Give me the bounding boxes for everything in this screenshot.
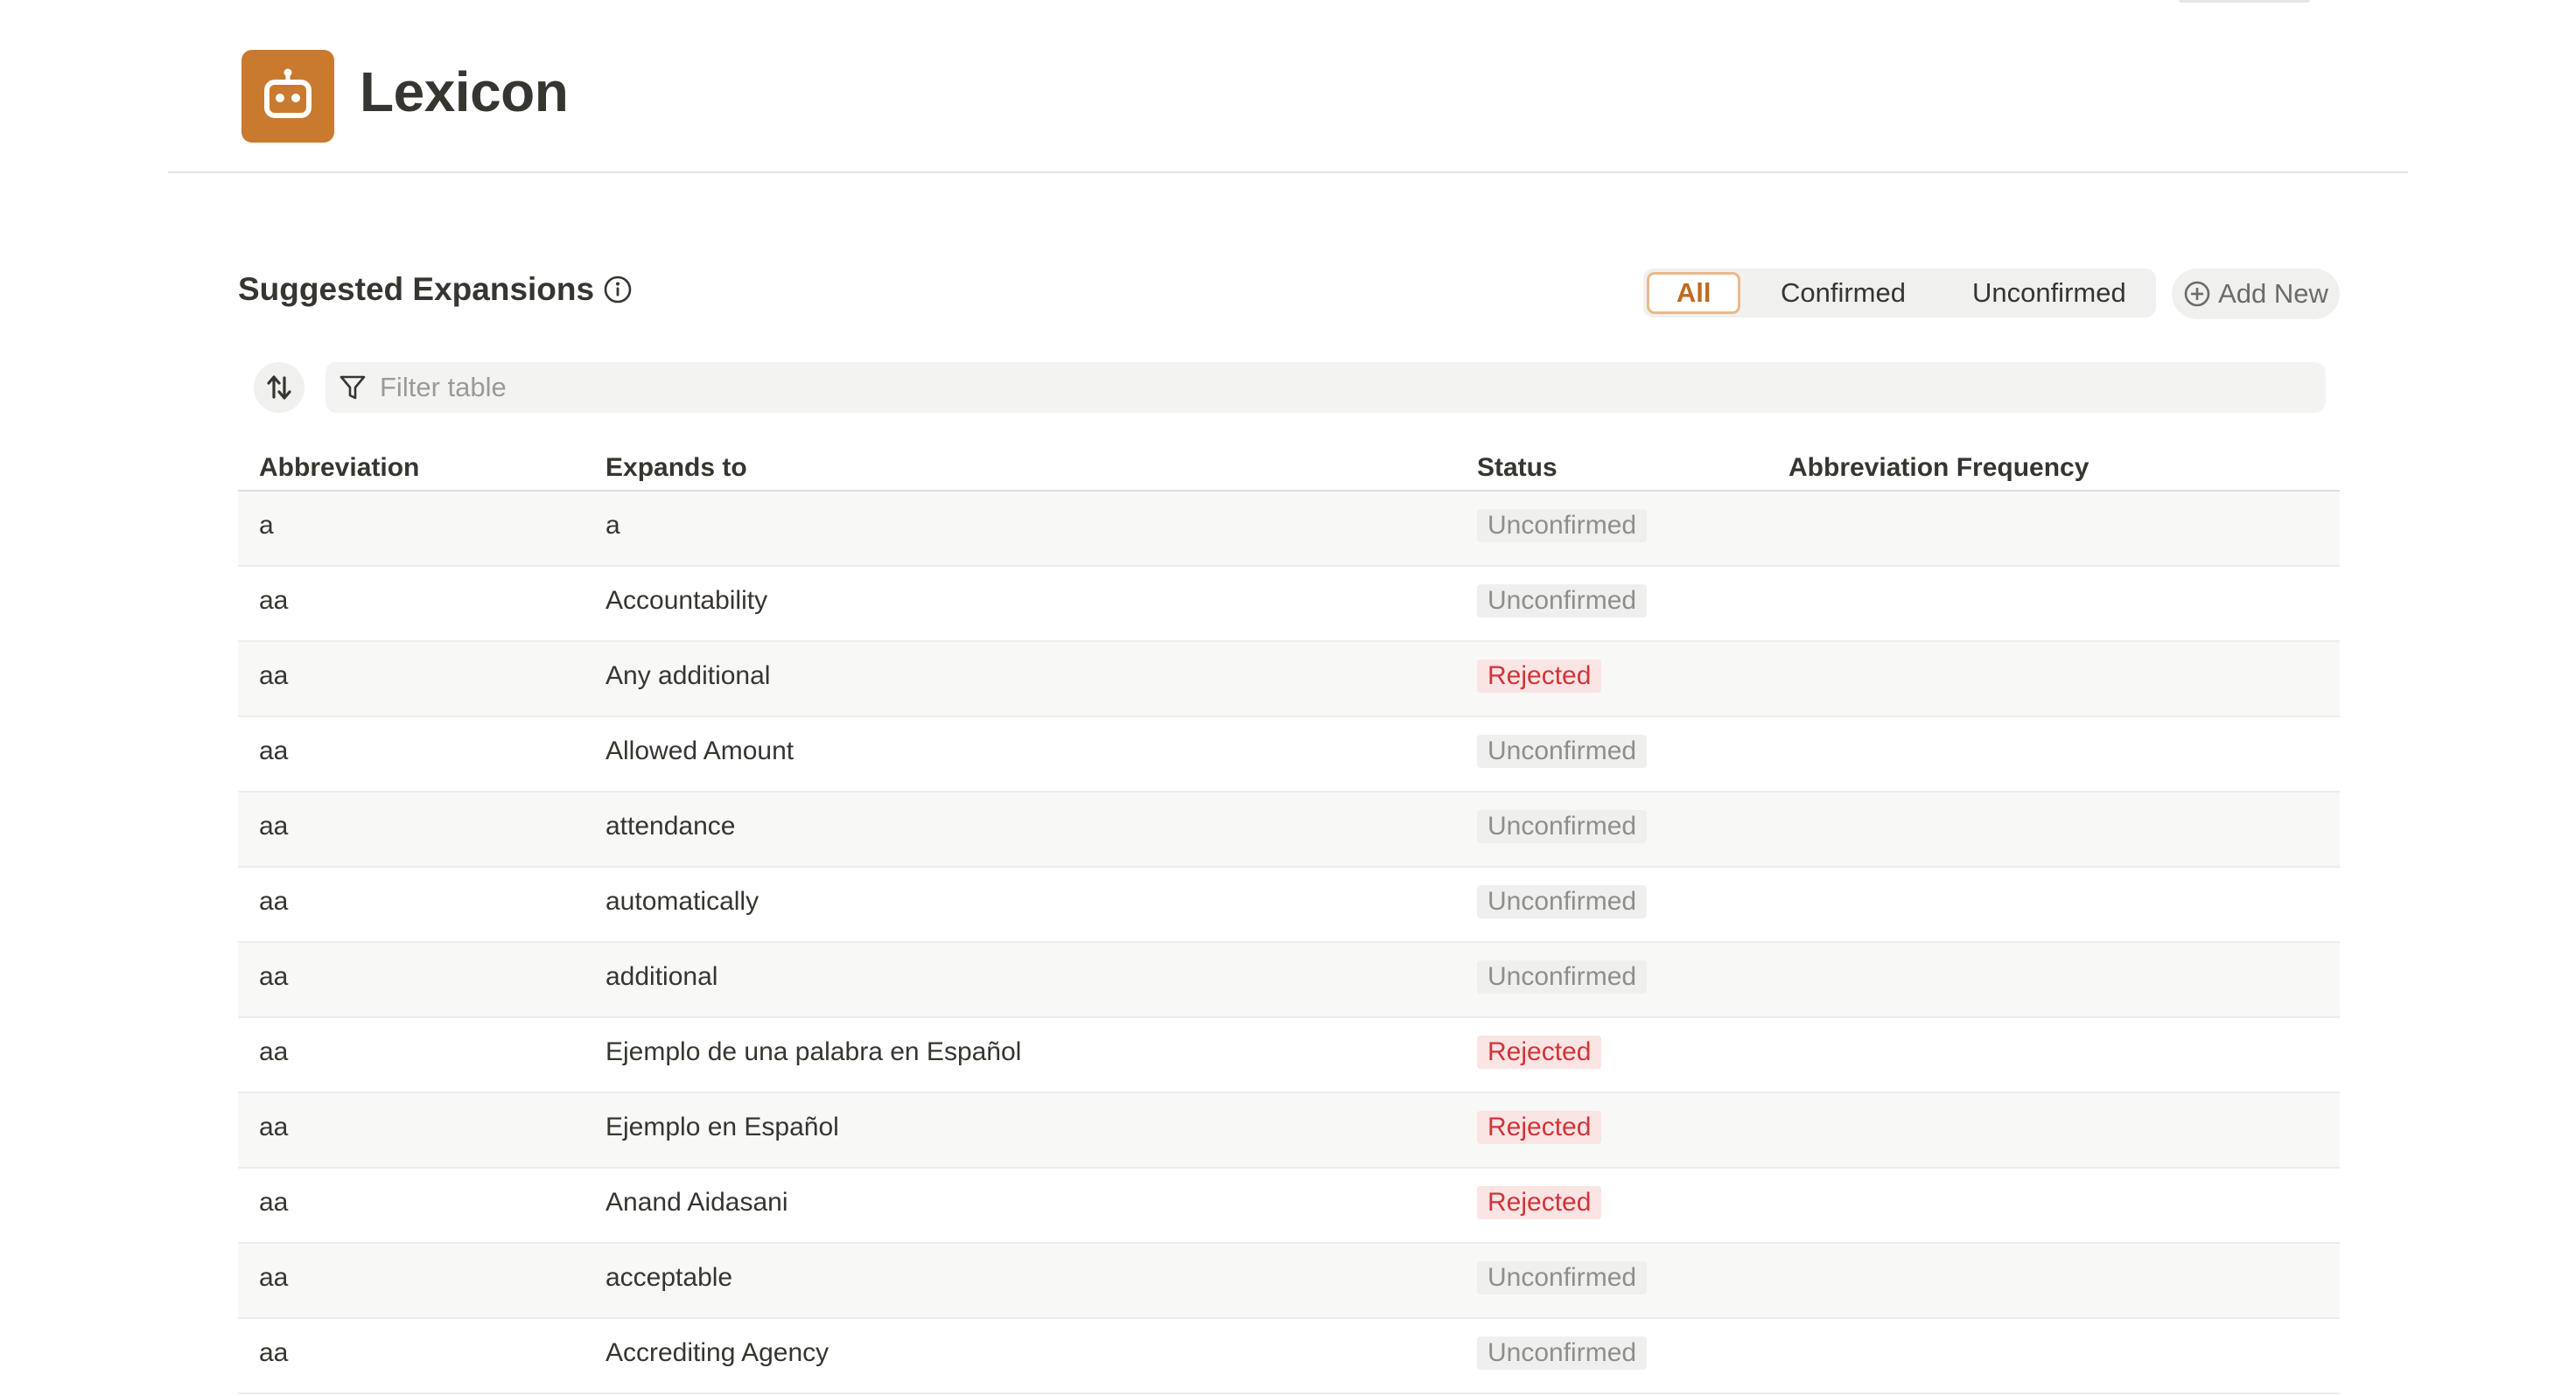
add-new-button[interactable]: Add New [2172,269,2340,319]
app-header: Lexicon [168,0,2408,173]
table-header: Abbreviation Expands to Status Abbreviat… [238,446,2340,492]
status-badge: Rejected [1477,1186,1602,1219]
table-row[interactable]: aa Ejemplo en Español Rejected [238,1093,2340,1169]
status-badge: Unconfirmed [1477,509,1648,542]
status-badge: Unconfirmed [1477,735,1648,768]
column-header-expands-to[interactable]: Expands to [606,453,747,483]
table-row[interactable]: aa Any additional Rejected [238,642,2340,717]
expansions-table: Abbreviation Expands to Status Abbreviat… [238,446,2340,1394]
table-row[interactable]: aa acceptable Unconfirmed [238,1244,2340,1319]
section-title-text: Suggested Expansions [238,271,595,307]
table-row[interactable]: aa Anand Aidasani Rejected [238,1169,2340,1244]
cell-abbreviation: aa [259,736,289,765]
plus-circle-icon [2183,280,2211,308]
table-row[interactable]: aa Ejemplo de una palabra en Español Rej… [238,1018,2340,1093]
table-row[interactable]: aa Accrediting Agency Unconfirmed [238,1319,2340,1394]
status-badge: Unconfirmed [1477,960,1648,994]
status-badge: Unconfirmed [1477,584,1648,618]
lexicon-page: Lexicon Suggested Expansions All Confirm… [0,0,2576,1396]
tab-unconfirmed[interactable]: Unconfirmed [1946,272,2152,314]
cell-abbreviation: aa [259,1263,289,1292]
add-new-label: Add New [2218,278,2328,309]
status-badge: Rejected [1477,660,1602,693]
cell-abbreviation: aa [259,962,289,991]
column-header-abbreviation[interactable]: Abbreviation [259,453,419,483]
cell-abbreviation: aa [259,887,289,916]
cell-expansion: Any additional [606,661,771,690]
tab-confirmed[interactable]: Confirmed [1740,272,1945,314]
column-header-status[interactable]: Status [1477,453,1558,483]
funnel-icon [338,373,368,402]
cell-abbreviation: aa [259,586,289,615]
cell-expansion: Accrediting Agency [606,1338,830,1367]
cell-abbreviation: aa [259,1113,289,1141]
cell-expansion: automatically [606,887,760,916]
cell-expansion: acceptable [606,1263,733,1292]
status-badge: Unconfirmed [1477,810,1648,843]
section-title: Suggested Expansions [238,271,633,308]
sort-button[interactable] [254,362,304,413]
sort-arrows-icon [264,373,294,402]
cell-abbreviation: a [259,511,274,540]
cell-expansion: Accountability [606,586,768,615]
cell-abbreviation: aa [259,1188,289,1217]
status-filter-tabs: All Confirmed Unconfirmed [1643,269,2156,318]
status-badge: Rejected [1477,1111,1602,1144]
cell-abbreviation: aa [259,1338,289,1367]
app-title: Lexicon [360,60,569,123]
table-row[interactable]: aa Allowed Amount Unconfirmed [238,717,2340,792]
cell-expansion: Ejemplo en Español [606,1113,839,1141]
table-row[interactable]: aa automatically Unconfirmed [238,868,2340,943]
robot-icon [242,50,334,143]
cell-expansion: attendance [606,812,736,841]
cell-expansion: a [606,511,620,540]
info-icon[interactable] [603,275,633,304]
status-badge: Unconfirmed [1477,1337,1648,1370]
cell-abbreviation: aa [259,812,289,841]
column-header-frequency[interactable]: Abbreviation Frequency [1788,453,2089,483]
table-row[interactable]: a a Unconfirmed [238,492,2340,567]
status-badge: Rejected [1477,1036,1602,1069]
filter-bar [326,362,2326,413]
status-badge: Unconfirmed [1477,885,1648,918]
cell-expansion: Anand Aidasani [606,1188,788,1217]
cell-abbreviation: aa [259,661,289,690]
table-row[interactable]: aa Accountability Unconfirmed [238,567,2340,642]
cell-abbreviation: aa [259,1037,289,1066]
cell-expansion: additional [606,962,718,991]
filter-input[interactable] [380,372,2130,403]
status-badge: Unconfirmed [1477,1261,1648,1295]
table-row[interactable]: aa additional Unconfirmed [238,943,2340,1018]
cell-expansion: Allowed Amount [606,736,794,765]
cell-expansion: Ejemplo de una palabra en Español [606,1037,1022,1066]
table-row[interactable]: aa attendance Unconfirmed [238,792,2340,868]
tab-all[interactable]: All [1647,272,1741,314]
